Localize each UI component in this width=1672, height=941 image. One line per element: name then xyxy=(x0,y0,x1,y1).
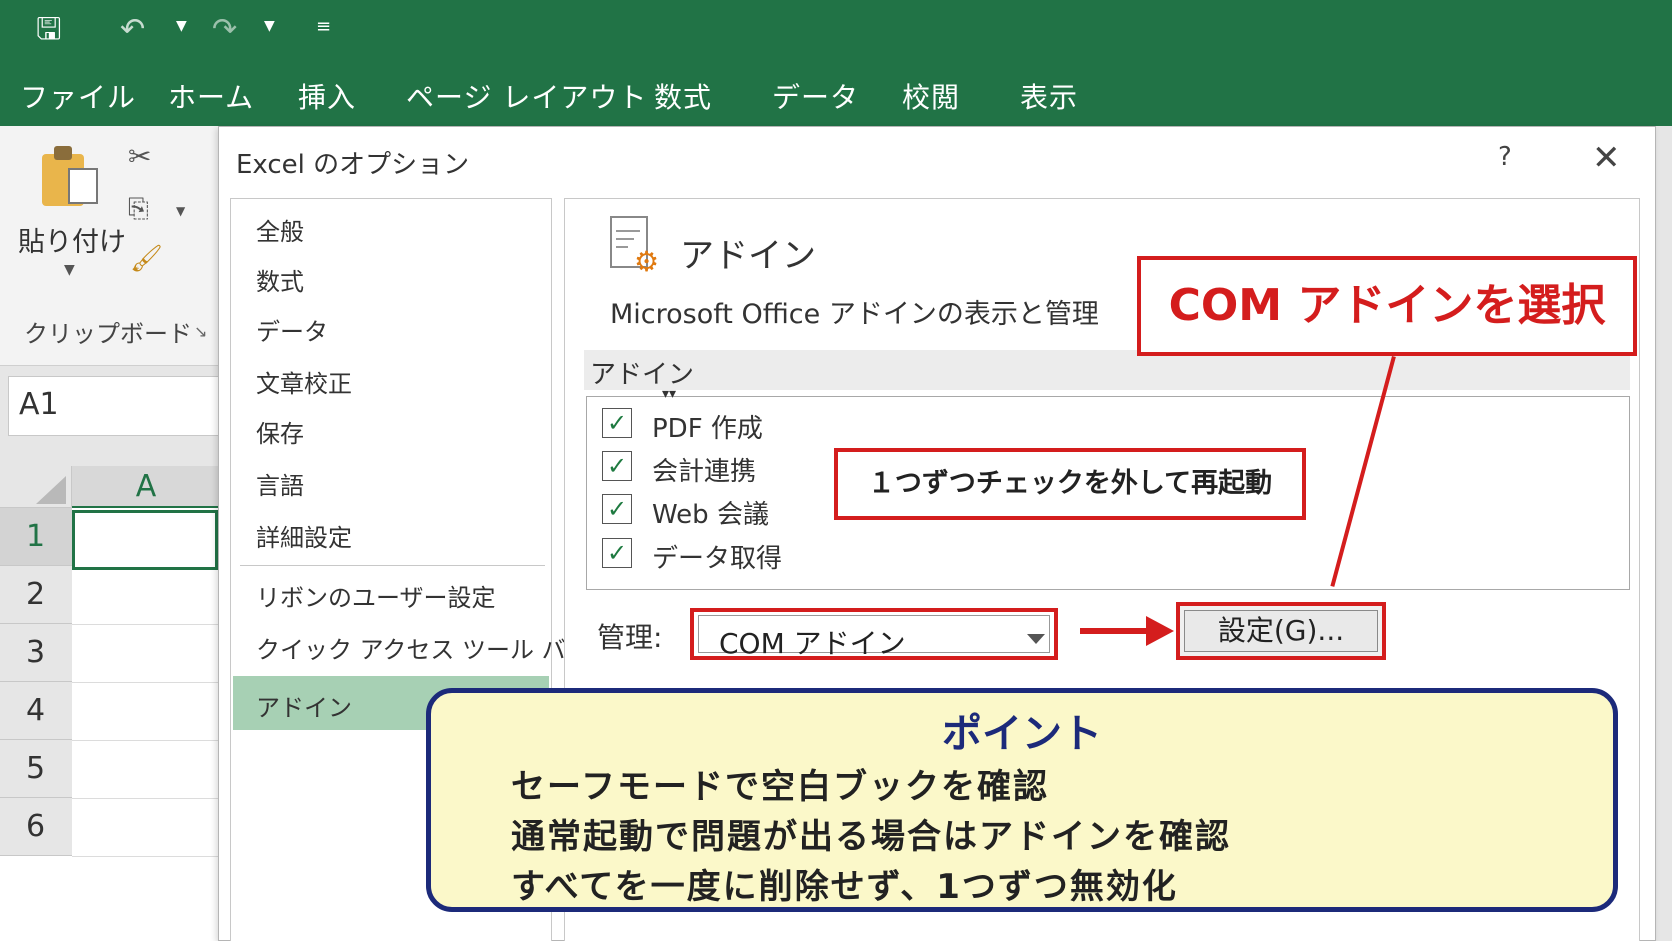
paste-button-label[interactable]: 貼り付け xyxy=(18,220,126,259)
manage-label: 管理: xyxy=(597,621,663,654)
manage-select-value: COM アドイン xyxy=(719,627,906,660)
title-bar: 🖫 ↶ ▼ ↷ ▼ ≡ xyxy=(0,0,1672,62)
point-line: 通常起動で問題が出る場合はアドインを確認 xyxy=(511,817,1231,857)
nav-separator xyxy=(240,565,545,566)
addin-label: Web 会議 xyxy=(652,500,769,530)
nav-item-proofing[interactable]: 文章校正 xyxy=(256,364,352,399)
redo-icon[interactable]: ↷ xyxy=(212,10,237,50)
callout-uncheck-text: １つずつチェックを外して再起動 xyxy=(867,468,1273,499)
ribbon-tabs: ファイル ホーム 挿入 ページ レイアウト 数式 データ 校閲 表示 xyxy=(0,62,1672,126)
paste-dropdown-icon[interactable]: ▼ xyxy=(64,262,75,278)
copy-icon[interactable]: ⎘ xyxy=(128,194,149,225)
point-box: ポイント セーフモードで空白ブックを確認 通常起動で問題が出る場合はアドインを確… xyxy=(426,688,1618,912)
nav-item-data[interactable]: データ xyxy=(256,312,328,347)
annotation-arrow-icon xyxy=(1146,616,1174,646)
go-button[interactable]: 設定(G)... xyxy=(1184,610,1378,652)
customize-qat-icon[interactable]: ≡ xyxy=(316,16,331,37)
tab-formulas[interactable]: 数式 xyxy=(654,76,712,116)
selected-cell-a1[interactable] xyxy=(72,510,218,570)
dialog-launcher-icon[interactable]: ↘ xyxy=(194,322,207,341)
addin-label: PDF 作成 xyxy=(652,414,763,444)
grid-line xyxy=(72,624,220,625)
redo-dropdown-icon[interactable]: ▼ xyxy=(264,18,275,34)
addin-checkbox[interactable]: ✓ xyxy=(602,538,632,568)
grid-line xyxy=(72,856,220,857)
clipboard-group-label: クリップボード xyxy=(24,320,192,348)
column-header-a[interactable]: A xyxy=(72,466,220,508)
tab-home[interactable]: ホーム xyxy=(168,76,254,116)
undo-dropdown-icon[interactable]: ▼ xyxy=(176,18,187,34)
chevron-down-icon[interactable] xyxy=(1027,634,1045,644)
help-icon[interactable]: ? xyxy=(1498,142,1512,172)
point-title: ポイント xyxy=(942,711,1102,757)
row-header[interactable]: 2 xyxy=(0,566,72,624)
scroll-hint-icon: ▾▾ xyxy=(662,386,677,402)
paste-icon[interactable] xyxy=(42,146,98,206)
nav-item-addins[interactable]: アドイン xyxy=(256,688,352,723)
dialog-title: Excel のオプション xyxy=(236,150,470,180)
go-button-highlight: 設定(G)... xyxy=(1176,602,1386,660)
row-header[interactable]: 6 xyxy=(0,798,72,856)
copy-dropdown-icon[interactable]: ▼ xyxy=(176,204,185,218)
nav-item-language[interactable]: 言語 xyxy=(256,466,304,501)
nav-item-customize-ribbon[interactable]: リボンのユーザー設定 xyxy=(256,578,496,613)
tab-insert[interactable]: 挿入 xyxy=(298,76,356,116)
callout-com-select: COM アドインを選択 xyxy=(1137,256,1637,356)
section-title: アドイン xyxy=(590,360,695,390)
manage-select-highlight: COM アドイン xyxy=(690,608,1058,660)
cut-icon[interactable]: ✂ xyxy=(128,140,151,173)
row-header[interactable]: 3 xyxy=(0,624,72,682)
addin-checkbox[interactable]: ✓ xyxy=(602,408,632,438)
grid-line xyxy=(72,682,220,683)
nav-item-advanced[interactable]: 詳細設定 xyxy=(256,518,352,553)
tab-file[interactable]: ファイル xyxy=(20,76,136,116)
grid-line xyxy=(72,740,220,741)
nav-item-quick-access-toolbar[interactable]: クイック アクセス ツール バー xyxy=(256,630,590,665)
undo-icon[interactable]: ↶ xyxy=(120,10,145,50)
tab-page-layout[interactable]: ページ レイアウト xyxy=(406,76,647,116)
manage-select[interactable]: COM アドイン xyxy=(698,615,1050,660)
nav-item-formulas[interactable]: 数式 xyxy=(256,262,304,297)
grid-line xyxy=(72,798,220,799)
name-box-value: A1 xyxy=(19,387,59,422)
nav-item-save[interactable]: 保存 xyxy=(256,414,304,449)
annotation-arrow-shaft xyxy=(1080,628,1150,634)
close-icon[interactable]: ✕ xyxy=(1592,138,1621,178)
name-box[interactable]: A1 xyxy=(8,376,220,436)
tab-view[interactable]: 表示 xyxy=(1020,76,1078,116)
page-heading: アドイン xyxy=(680,236,816,276)
tab-data[interactable]: データ xyxy=(772,76,859,116)
save-icon[interactable]: 🖫 xyxy=(36,10,62,50)
addins-page-icon: ⚙ xyxy=(610,216,659,276)
row-header[interactable]: 4 xyxy=(0,682,72,740)
point-line: すべてを一度に削除せず、1つずつ無効化 xyxy=(511,867,1178,907)
select-all-triangle xyxy=(36,476,66,504)
format-painter-icon[interactable]: 🖌 xyxy=(130,244,163,274)
addin-label: 会計連携 xyxy=(652,457,757,487)
page-subheading: Microsoft Office アドインの表示と管理 xyxy=(610,299,1099,330)
nav-item-general[interactable]: 全般 xyxy=(256,212,304,247)
point-line: セーフモードで空白ブックを確認 xyxy=(511,767,1049,807)
addin-checkbox[interactable]: ✓ xyxy=(602,494,632,524)
callout-com-text: COM アドインを選択 xyxy=(1168,280,1606,331)
callout-uncheck: １つずつチェックを外して再起動 xyxy=(834,448,1306,520)
tab-review[interactable]: 校閲 xyxy=(902,76,960,116)
row-header[interactable]: 1 xyxy=(0,508,72,566)
addins-section-header: アドイン xyxy=(584,350,1630,390)
addin-label: データ取得 xyxy=(652,544,783,574)
addin-checkbox[interactable]: ✓ xyxy=(602,451,632,481)
row-header[interactable]: 5 xyxy=(0,740,72,798)
